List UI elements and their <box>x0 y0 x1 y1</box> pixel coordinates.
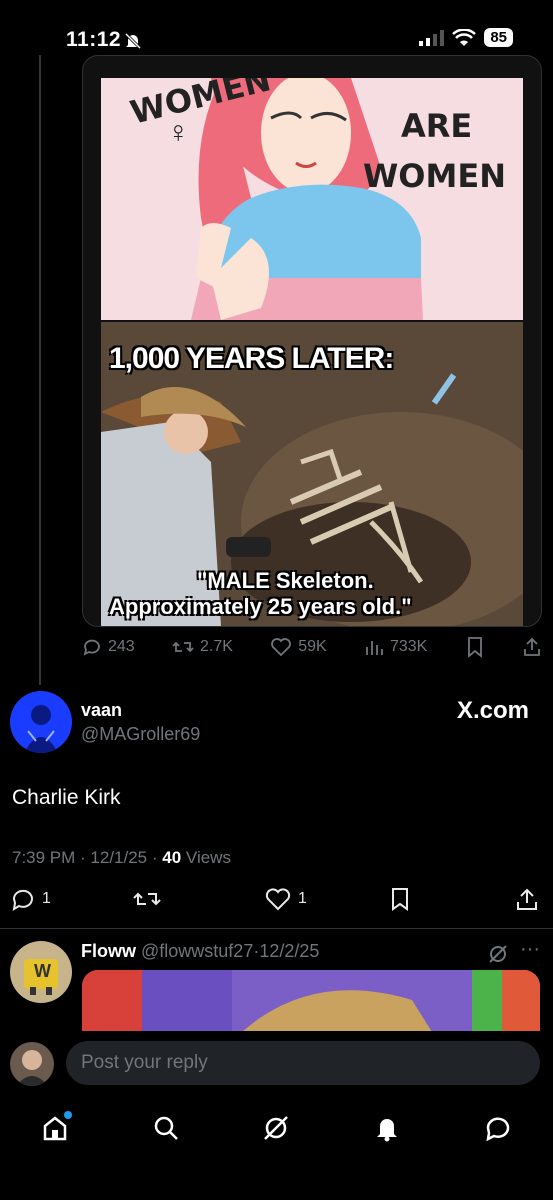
next-reply-media[interactable] <box>82 970 540 1032</box>
reply-metric[interactable]: 243 <box>82 637 135 657</box>
reply-author-name[interactable]: vaan <box>81 700 122 721</box>
repost-button[interactable] <box>132 886 162 912</box>
reply-text: Charlie Kirk <box>12 786 121 809</box>
quoted-metrics: 243 2.7K 59K 733K <box>82 636 542 658</box>
avatar[interactable] <box>10 691 72 753</box>
signal-icon <box>418 29 445 46</box>
like-button[interactable]: 1 <box>264 886 307 912</box>
silent-bell-icon <box>123 31 143 51</box>
next-reply-avatar-letter: W <box>34 961 51 981</box>
reply-author-handle[interactable]: @MAGroller69 <box>81 724 200 745</box>
meme-caption-skeleton: "MALE Skeleton. <box>197 568 374 593</box>
reply-input[interactable]: Post your reply <box>66 1041 540 1085</box>
reply-views-count: 40 <box>162 848 182 867</box>
views-icon <box>364 637 384 657</box>
reply-date: 12/1/25 <box>90 848 148 867</box>
female-symbol-icon: ♀ <box>167 116 190 149</box>
like-count: 59K <box>298 638 327 655</box>
repost-icon <box>172 637 194 657</box>
next-reply-date: 12/2/25 <box>259 941 320 961</box>
home-icon[interactable] <box>40 1111 73 1143</box>
views-count: 733K <box>389 638 428 655</box>
status-indicators: 85 <box>418 28 513 47</box>
grok-nav-icon[interactable] <box>261 1113 291 1143</box>
notification-dot <box>64 1111 73 1119</box>
reply-views-label: Views <box>185 848 231 867</box>
more-options-icon[interactable]: ··· <box>520 938 540 961</box>
next-reply-handle[interactable]: @flowwstuf27 <box>141 941 253 961</box>
bottom-nav <box>0 1100 553 1156</box>
search-icon[interactable] <box>151 1113 181 1143</box>
reply-meta: 7:39 PM · 12/1/25 · 40 Views <box>12 848 231 867</box>
reply-time: 7:39 PM <box>12 848 76 867</box>
reply-count: 1 <box>42 890 51 907</box>
meme-caption-age: Approximately 25 years old." <box>109 594 412 619</box>
meme-top-panel: WOMEN ♀ ARE WOMEN <box>101 78 523 320</box>
thread-line <box>39 55 41 685</box>
repost-metric[interactable]: 2.7K <box>172 637 233 657</box>
heart-icon <box>270 637 292 657</box>
repost-count: 2.7K <box>200 638 233 655</box>
reply-icon <box>82 637 102 657</box>
like-count: 1 <box>298 890 307 907</box>
media-card[interactable]: WOMEN ♀ ARE WOMEN 1,000 YEARS LATER: "MA… <box>82 55 542 627</box>
bookmark-button[interactable] <box>388 886 412 912</box>
battery-indicator: 85 <box>484 28 513 47</box>
divider <box>0 928 553 929</box>
reply-button[interactable]: 1 <box>10 886 51 912</box>
heart-icon <box>264 886 292 912</box>
next-reply-avatar[interactable]: W <box>10 941 72 1003</box>
share-button[interactable] <box>514 886 540 912</box>
next-reply-name[interactable]: Floww <box>81 941 136 961</box>
reply-actions: 1 1 <box>10 886 540 912</box>
reply-icon <box>10 886 36 912</box>
messages-icon[interactable] <box>483 1113 513 1143</box>
meme-text-women-2: WOMEN <box>363 157 506 195</box>
notifications-icon[interactable] <box>372 1113 402 1143</box>
meme-bottom-panel: 1,000 YEARS LATER: "MALE Skeleton. Appro… <box>101 322 523 626</box>
own-avatar[interactable] <box>10 1042 54 1086</box>
xcom-badge: X.com <box>456 697 529 724</box>
views-metric[interactable]: 733K <box>364 637 427 657</box>
wifi-icon <box>452 28 477 47</box>
status-time: 11:12 <box>66 28 122 51</box>
reply-count: 243 <box>108 638 135 655</box>
bookmark-icon[interactable] <box>465 636 485 658</box>
next-reply-header: Floww @flowwstuf27·12/2/25 <box>81 941 319 962</box>
like-metric[interactable]: 59K <box>270 637 327 657</box>
meme-text-are: ARE <box>401 107 473 145</box>
meme-caption-later: 1,000 YEARS LATER: <box>109 342 394 375</box>
grok-icon[interactable] <box>487 943 509 965</box>
share-icon[interactable] <box>522 636 542 658</box>
